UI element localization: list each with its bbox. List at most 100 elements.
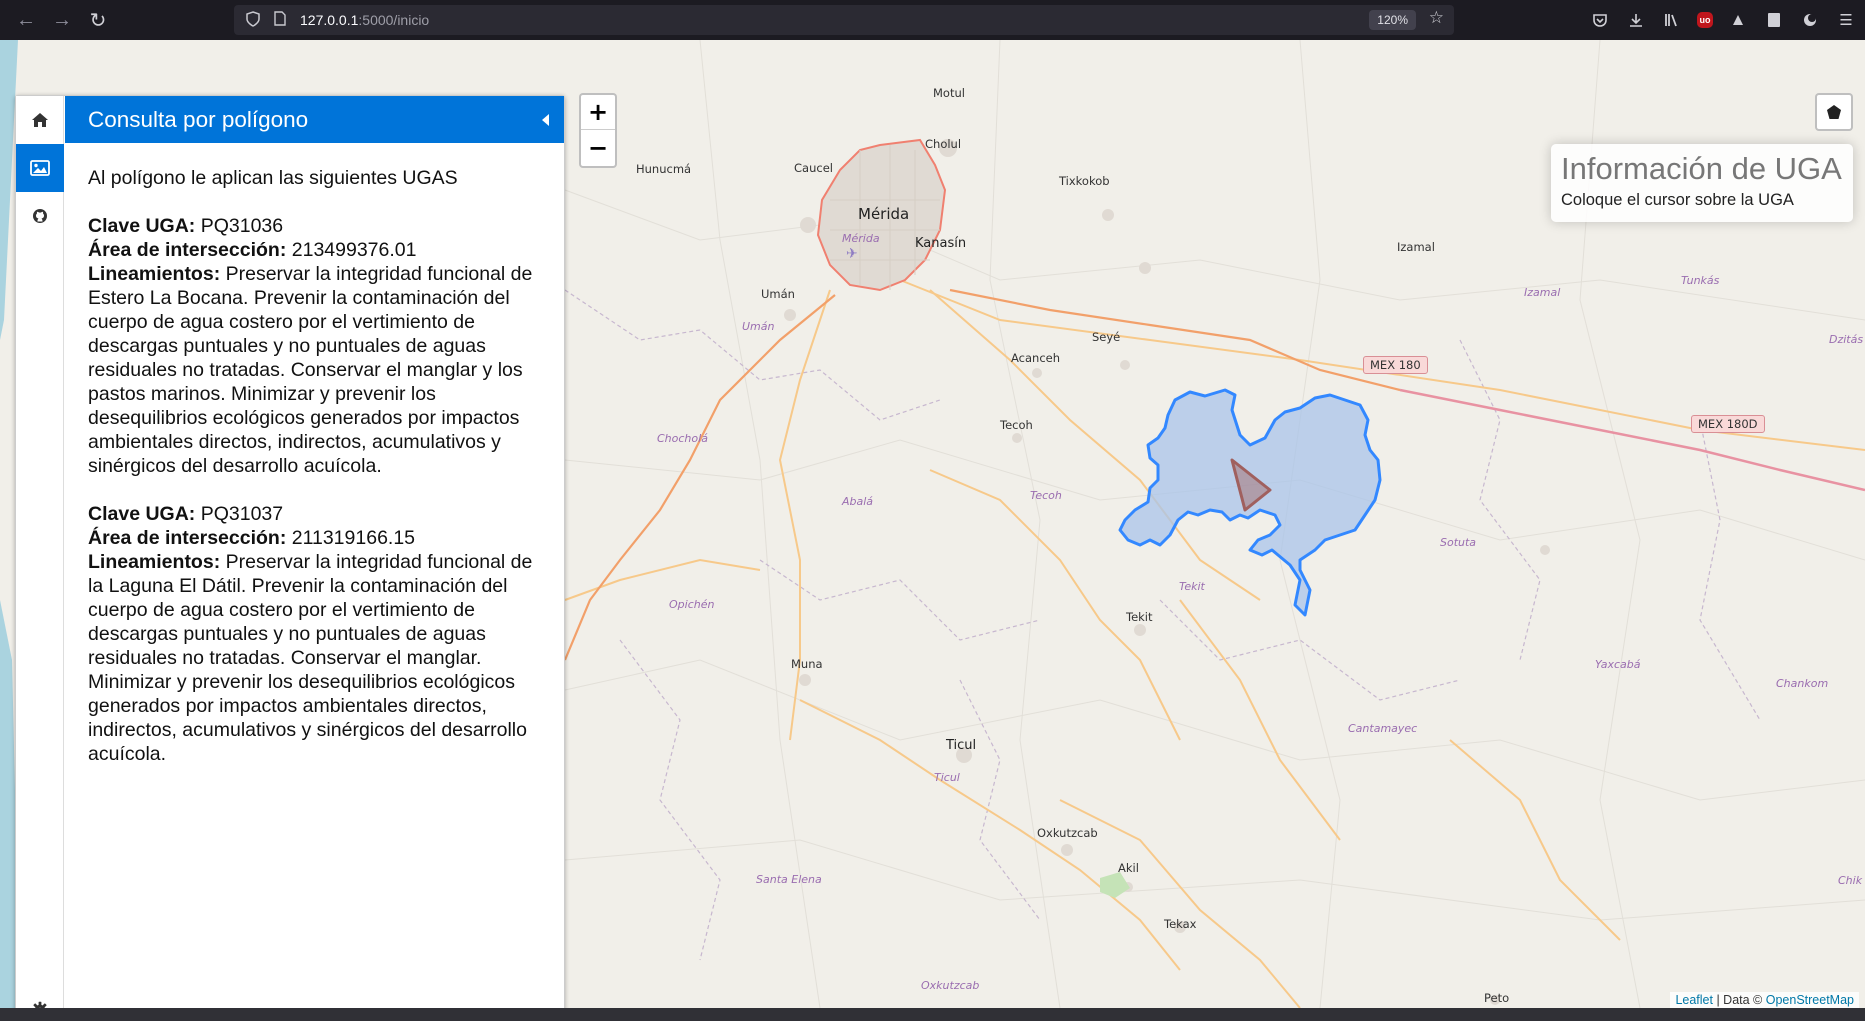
municipality-label: Cantamayec — [1348, 722, 1418, 735]
municipality-label: Chocholá — [657, 432, 708, 445]
download-icon[interactable] — [1625, 9, 1647, 31]
zoom-control: + − — [579, 93, 617, 168]
map-attribution: Leaflet | Data © OpenStreetMap — [1670, 992, 1859, 1008]
info-title: Información de UGA — [1561, 151, 1842, 186]
gear-icon — [33, 1001, 47, 1008]
place-label: Muna — [791, 657, 823, 671]
municipality-label: Tekit — [1179, 580, 1205, 593]
sidebar: Consulta por polígono Al polígono le apl… — [15, 95, 565, 1008]
place-label: Motul — [933, 86, 965, 100]
municipality-label: Chik — [1838, 874, 1863, 887]
uga-result: Clave UGA: PQ31036 Área de intersección:… — [88, 214, 550, 478]
place-label: Acanceh — [1011, 351, 1061, 365]
highway-shield: MEX 180D — [1691, 415, 1765, 433]
bookmark-star-icon[interactable]: ☆ — [1429, 8, 1444, 28]
municipality-label: Tunkás — [1681, 274, 1720, 287]
place-label: Peto — [1484, 991, 1510, 1005]
municipality-label: Umán — [742, 320, 775, 333]
place-label: Tekax — [1164, 917, 1197, 931]
map-viewport[interactable]: ✈ Motul Cholul Caucel Hunucmá Tixkokob I… — [0, 40, 1865, 1008]
pentagon-icon — [1827, 105, 1841, 119]
municipality-label: Sotuta — [1440, 536, 1477, 549]
zoom-out-button[interactable]: − — [581, 130, 615, 165]
municipality-label: Mérida — [842, 232, 880, 245]
pocket-icon[interactable] — [1589, 9, 1611, 31]
info-subtitle: Coloque el cursor sobre la UGA — [1561, 191, 1794, 209]
highway-shield: MEX 180 — [1363, 356, 1428, 374]
github-icon — [33, 209, 47, 223]
zoom-level-badge[interactable]: 120% — [1369, 10, 1416, 30]
tab-settings[interactable] — [16, 986, 64, 1008]
ublock-icon[interactable]: uo — [1697, 12, 1713, 28]
forward-icon[interactable]: → — [44, 0, 80, 40]
osm-link[interactable]: OpenStreetMap — [1766, 993, 1854, 1007]
address-bar[interactable]: 127.0.0.1:5000/inicio 120% ☆ — [234, 5, 1454, 35]
place-label: Izamal — [1397, 240, 1435, 254]
caret-left-icon — [542, 113, 549, 126]
back-icon[interactable]: ← — [8, 0, 44, 40]
lineamientos-text: Preservar la integridad funcional de la … — [88, 551, 533, 765]
tab-home[interactable] — [16, 96, 64, 144]
status-strip — [0, 1008, 1865, 1021]
place-label: Oxkutzcab — [1037, 826, 1098, 840]
municipality-label: Oxkutzcab — [921, 979, 980, 992]
place-label-town: Kanasín — [915, 236, 967, 251]
place-label: Hunucmá — [636, 162, 692, 176]
sidebar-tabs — [16, 96, 64, 1008]
collapse-pane-button[interactable] — [540, 96, 550, 143]
clave-label: Clave UGA: — [88, 215, 196, 237]
reload-icon[interactable]: ↻ — [80, 0, 116, 40]
area-label: Área de intersección: — [88, 239, 287, 261]
area-value: 211319166.15 — [291, 527, 416, 549]
place-label: Akil — [1118, 861, 1139, 875]
clave-label: Clave UGA: — [88, 503, 196, 525]
url-host: 127.0.0.1 — [300, 12, 359, 28]
draw-polygon-button[interactable] — [1815, 93, 1853, 131]
menu-icon[interactable]: ☰ — [1835, 9, 1857, 31]
url-path: :5000/inicio — [358, 12, 430, 28]
place-label: Tixkokob — [1059, 174, 1110, 188]
library-icon[interactable] — [1661, 9, 1683, 31]
tracking-shield-icon[interactable] — [246, 10, 264, 30]
attribution-separator: | Data © — [1712, 993, 1766, 1007]
municipality-label: Izamal — [1524, 286, 1561, 299]
pane-header: Consulta por polígono — [65, 96, 564, 143]
place-label: Caucel — [794, 161, 833, 175]
tab-image[interactable] — [16, 144, 64, 192]
municipality-label: Dzitás — [1829, 333, 1864, 346]
municipality-label: Ticul — [934, 771, 960, 784]
place-label: Cholul — [925, 137, 962, 151]
home-icon — [32, 113, 48, 127]
municipality-label: Santa Elena — [756, 873, 822, 886]
lineamientos-text: Preservar la integridad funcional de Est… — [88, 263, 533, 477]
place-label: Seyé — [1092, 330, 1121, 344]
pane-intro: Al polígono le aplican las siguientes UG… — [88, 167, 458, 189]
place-label: Tecoh — [1000, 418, 1033, 432]
lineamientos-label: Lineamientos: — [88, 263, 221, 285]
uga-result: Clave UGA: PQ31037 Área de intersección:… — [88, 502, 550, 766]
municipality-label: Tecoh — [1030, 489, 1062, 502]
tab-github[interactable] — [16, 192, 64, 240]
pane-title: Consulta por polígono — [88, 107, 309, 132]
zoom-in-button[interactable]: + — [581, 95, 615, 130]
pane-body: Al polígono le aplican las siguientes UG… — [65, 143, 564, 790]
image-icon — [30, 160, 50, 176]
municipality-label: Yaxcabá — [1595, 658, 1641, 671]
leaflet-link[interactable]: Leaflet — [1675, 993, 1713, 1007]
place-label: Tekit — [1126, 610, 1153, 624]
lineamientos-label: Lineamientos: — [88, 551, 221, 573]
place-label-town: Ticul — [946, 738, 977, 753]
browser-toolbar: ← → ↻ 127.0.0.1:5000/inicio 120% ☆ uo ☰ — [0, 0, 1865, 40]
extension-icon[interactable] — [1727, 9, 1749, 31]
clave-value: PQ31037 — [200, 503, 284, 525]
dark-reader-icon[interactable] — [1799, 9, 1821, 31]
clave-value: PQ31036 — [200, 215, 284, 237]
place-label: Umán — [761, 287, 795, 301]
reader-icon[interactable] — [1763, 9, 1785, 31]
municipality-label: Chankom — [1776, 677, 1829, 690]
place-label-city: Mérida — [858, 205, 910, 223]
uga-info-panel: Información de UGA Coloque el cursor sob… — [1551, 144, 1853, 222]
page-icon[interactable] — [274, 11, 292, 29]
area-label: Área de intersección: — [88, 527, 287, 549]
municipality-label: Abalá — [842, 495, 874, 508]
